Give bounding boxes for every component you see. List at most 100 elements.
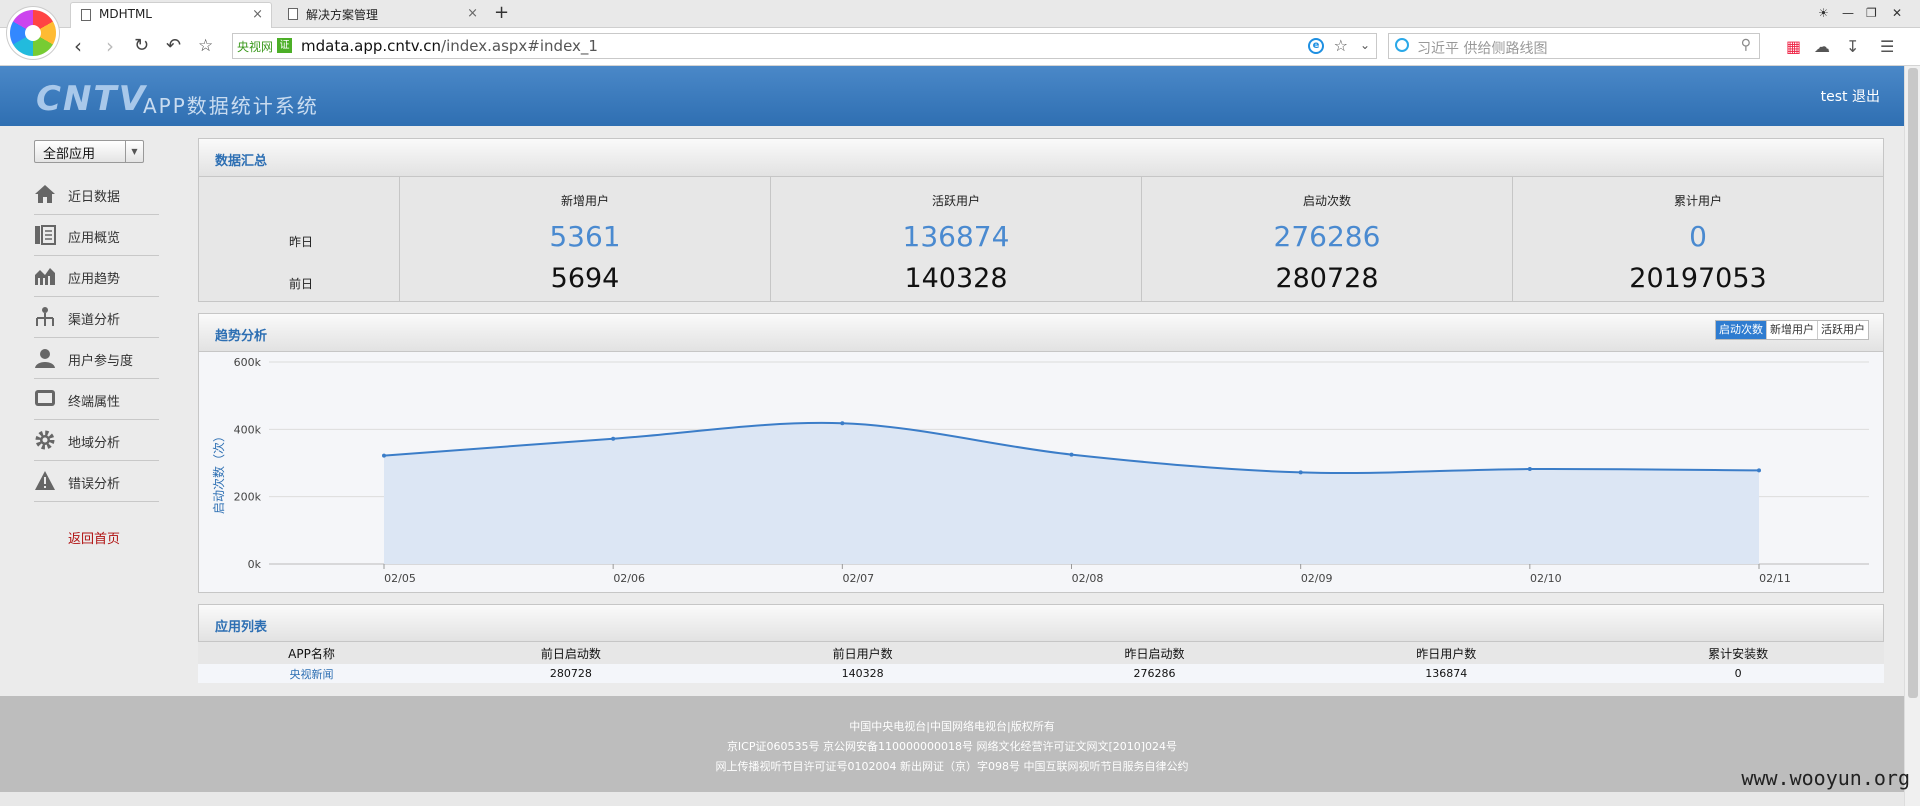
y-tick-label: 600k	[234, 356, 262, 369]
back-home-link[interactable]: 返回首页	[68, 528, 120, 547]
bar-chart-icon	[35, 268, 55, 285]
search-icon[interactable]: ⚲	[1741, 37, 1751, 53]
close-window-icon[interactable]: ✕	[1892, 6, 1902, 20]
browser-logo-icon[interactable]	[10, 10, 56, 56]
switch-active-users[interactable]: 活跃用户	[1817, 321, 1868, 339]
data-point[interactable]	[1298, 470, 1303, 475]
data-point[interactable]	[840, 421, 845, 426]
forward-icon[interactable]: ›	[106, 35, 114, 57]
address-bar[interactable]: 央视网 证 mdata.app.cntv.cn/index.aspx#index…	[232, 33, 1377, 59]
data-point[interactable]	[1069, 452, 1074, 457]
summary-col-launches: 启动次数 276286 280728	[1141, 177, 1512, 301]
sidebar-item-label: 错误分析	[68, 477, 121, 492]
col-header: 前日用户数	[716, 642, 1009, 664]
yesterday-value: 0	[1689, 220, 1707, 253]
panel-header: 应用列表	[198, 604, 1884, 642]
url-text[interactable]: mdata.app.cntv.cn/index.aspx#index_1	[301, 37, 598, 55]
sidebar-item-device[interactable]: 终端属性	[34, 379, 159, 420]
switch-launches[interactable]: 启动次数	[1716, 321, 1766, 339]
yesterday-value: 5361	[549, 220, 621, 253]
vertical-scrollbar[interactable]	[1904, 66, 1920, 806]
tab-mdhtml[interactable]: MDHTML ×	[70, 2, 272, 28]
refresh-icon[interactable]: ↻	[134, 35, 149, 57]
certificate-icon[interactable]: 证	[277, 38, 292, 53]
data-point[interactable]	[611, 436, 616, 441]
sidebar-item-label: 近日数据	[68, 190, 121, 205]
sidebar-item-channel[interactable]: 渠道分析	[34, 297, 159, 338]
x-tick-label: 02/11	[1759, 572, 1791, 585]
summary-grid: 昨日 前日 新增用户 5361 5694 活跃用户 136874 140328 …	[199, 177, 1883, 301]
tab-solution-manage[interactable]: 解决方案管理 ×	[278, 2, 486, 28]
close-tab-icon[interactable]: ×	[467, 6, 478, 21]
col-header: 前日启动数	[424, 642, 717, 664]
col-header: 昨日启动数	[1008, 642, 1301, 664]
app-name-link[interactable]: 央视新闻	[289, 668, 333, 681]
summary-col-total-users: 累计用户 0 20197053	[1512, 177, 1883, 301]
data-point[interactable]	[1527, 467, 1532, 472]
home-icon	[35, 185, 55, 203]
sidebar-item-recent[interactable]: 近日数据	[34, 174, 159, 215]
sidebar-item-label: 终端属性	[68, 395, 121, 410]
table-cell: 136874	[1300, 664, 1593, 683]
y-axis-label: 启动次数（次）	[211, 430, 226, 514]
col-header: 昨日用户数	[1300, 642, 1593, 664]
panel-header: 趋势分析 启动次数 新增用户 活跃用户	[199, 314, 1883, 352]
data-point[interactable]	[1757, 468, 1761, 473]
cloud-icon[interactable]: ☁	[1814, 37, 1830, 56]
col-header: APP名称	[198, 642, 425, 664]
before-value: 280728	[1275, 263, 1379, 294]
page-bottom	[0, 792, 1904, 806]
sidebar-item-error[interactable]: 错误分析	[34, 461, 159, 502]
sidebar-item-engagement[interactable]: 用户参与度	[34, 338, 159, 379]
browser-search-box[interactable]: 习近平 供给侧路线图 ⚲	[1388, 33, 1760, 59]
logout-link[interactable]: 退出	[1852, 89, 1880, 105]
undo-icon[interactable]: ↶	[166, 35, 181, 57]
restore-icon[interactable]: ❐	[1866, 6, 1877, 20]
table-cell: 276286	[1008, 664, 1301, 683]
col-header: 累计用户	[1673, 194, 1722, 208]
book-icon	[35, 225, 56, 245]
sidebar-item-overview[interactable]: 应用概览	[34, 215, 159, 256]
close-tab-icon[interactable]: ×	[252, 7, 263, 22]
sidebar-item-trend[interactable]: 应用趋势	[34, 256, 159, 297]
apps-grid-icon[interactable]: ▦	[1786, 37, 1801, 56]
footer: 中国中央电视台|中国网络电视台|版权所有 京ICP证060535号 京公网安备1…	[0, 696, 1904, 792]
x-tick-label: 02/08	[1072, 572, 1104, 585]
site-label: 央视网	[237, 40, 274, 54]
data-point[interactable]	[382, 453, 386, 458]
switch-new-users[interactable]: 新增用户	[1766, 321, 1817, 339]
before-value: 140328	[904, 263, 1008, 294]
chevron-down-icon[interactable]: ⌄	[1360, 38, 1370, 52]
star-icon[interactable]: ☆	[198, 35, 213, 57]
browser-tab-bar: MDHTML × 解决方案管理 × + ☀ — ❐ ✕	[0, 0, 1920, 28]
sidebar-item-label: 应用概览	[68, 231, 121, 246]
page-title: APP数据统计系统	[143, 94, 319, 118]
new-tab-button[interactable]: +	[494, 2, 509, 23]
x-tick-label: 02/05	[384, 572, 416, 585]
ie-mode-icon[interactable]: e	[1308, 38, 1324, 54]
sidebar-item-region[interactable]: 地域分析	[34, 420, 159, 461]
y-tick-label: 0k	[248, 558, 262, 571]
table-cell: 280728	[424, 664, 717, 683]
search-input[interactable]: 习近平 供给侧路线图	[1417, 38, 1547, 58]
scrollbar-thumb[interactable]	[1908, 68, 1918, 698]
app-select[interactable]: 全部应用 ▼	[34, 140, 144, 163]
document-icon	[288, 8, 298, 20]
col-header: 启动次数	[1302, 194, 1351, 208]
panel-header: 数据汇总	[199, 139, 1883, 177]
summary-col-active-users: 活跃用户 136874 140328	[770, 177, 1141, 301]
skin-icon[interactable]: ☀	[1818, 6, 1829, 20]
x-tick-label: 02/06	[613, 572, 645, 585]
menu-icon[interactable]: ☰	[1880, 37, 1894, 56]
yesterday-value: 136874	[902, 220, 1010, 253]
before-value: 5694	[550, 263, 620, 294]
download-icon[interactable]: ↧	[1846, 37, 1859, 56]
chevron-down-icon[interactable]: ▼	[125, 141, 143, 162]
minimize-icon[interactable]: —	[1842, 6, 1854, 20]
footer-line: 网上传播视听节目许可证号0102004 新出网证（京）字098号 中国互联网视听…	[715, 760, 1189, 773]
document-icon	[81, 9, 91, 21]
panel-title: 数据汇总	[215, 154, 268, 169]
favorite-star-icon[interactable]: ☆	[1334, 36, 1348, 55]
row-label-yesterday: 昨日	[289, 235, 314, 249]
back-icon[interactable]: ‹	[74, 35, 82, 57]
